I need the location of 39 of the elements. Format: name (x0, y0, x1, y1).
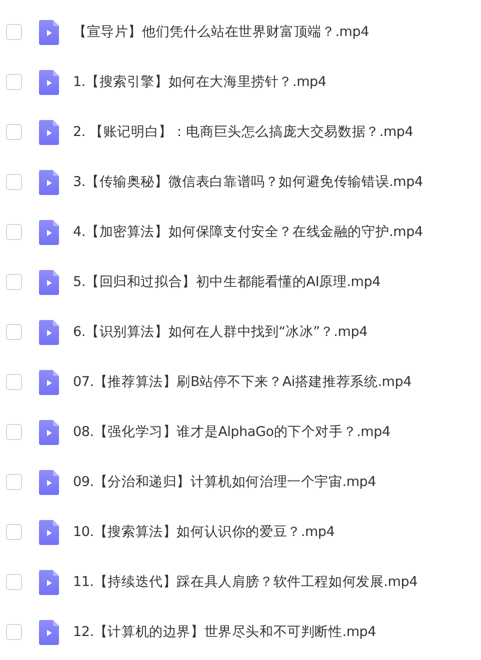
file-name[interactable]: 11.【持续迭代】踩在具人肩膀？软件工程如何发展.mp4 (73, 572, 418, 592)
video-file-icon (39, 470, 59, 494)
video-file-icon (39, 220, 59, 244)
checkbox[interactable] (6, 474, 22, 490)
file-name[interactable]: 6.【识别算法】如何在人群中找到“冰冰”？.mp4 (73, 322, 368, 342)
checkbox[interactable] (6, 224, 22, 240)
checkbox[interactable] (6, 274, 22, 290)
video-file-icon (39, 270, 59, 294)
file-name[interactable]: 5.【回归和过拟合】初中生都能看懂的AI原理.mp4 (73, 272, 380, 292)
video-file-icon (39, 320, 59, 344)
checkbox[interactable] (6, 574, 22, 590)
video-file-icon (39, 520, 59, 544)
file-name[interactable]: 4.【加密算法】如何保障支付安全？在线金融的守护.mp4 (73, 222, 423, 242)
video-file-icon (39, 70, 59, 94)
checkbox[interactable] (6, 624, 22, 640)
video-file-icon (39, 570, 59, 594)
video-file-icon (39, 370, 59, 394)
checkbox[interactable] (6, 524, 22, 540)
checkbox[interactable] (6, 424, 22, 440)
video-file-icon (39, 20, 59, 44)
file-name[interactable]: 07.【推荐算法】刷B站停不下来？Ai搭建推荐系统.mp4 (73, 372, 412, 392)
checkbox[interactable] (6, 74, 22, 90)
checkbox[interactable] (6, 324, 22, 340)
file-name[interactable]: 08.【强化学习】谁才是AlphaGo的下个对手？.mp4 (73, 422, 390, 442)
checkbox[interactable] (6, 174, 22, 190)
checkbox[interactable] (6, 374, 22, 390)
file-name[interactable]: 1.【搜索引擎】如何在大海里捞针？.mp4 (73, 72, 326, 92)
video-file-icon (39, 420, 59, 444)
video-file-icon (39, 170, 59, 194)
file-name[interactable]: 12.【计算机的边界】世界尽头和不可判断性.mp4 (73, 622, 376, 642)
file-name[interactable]: 10.【搜索算法】如何认识你的爱豆？.mp4 (73, 522, 335, 542)
file-name[interactable]: 2. 【账记明白】：电商巨头怎么搞庞大交易数据？.mp4 (73, 122, 414, 142)
file-name[interactable]: 【宣导片】他们凭什么站在世界财富顶端？.mp4 (73, 22, 370, 42)
video-file-icon (39, 620, 59, 644)
checkbox[interactable] (6, 124, 22, 140)
video-file-icon (39, 120, 59, 144)
file-name[interactable]: 09.【分治和递归】计算机如何治理一个宇宙.mp4 (73, 472, 376, 492)
file-name[interactable]: 3.【传输奥秘】微信表白靠谱吗？如何避免传输错误.mp4 (73, 172, 423, 192)
checkbox[interactable] (6, 24, 22, 40)
